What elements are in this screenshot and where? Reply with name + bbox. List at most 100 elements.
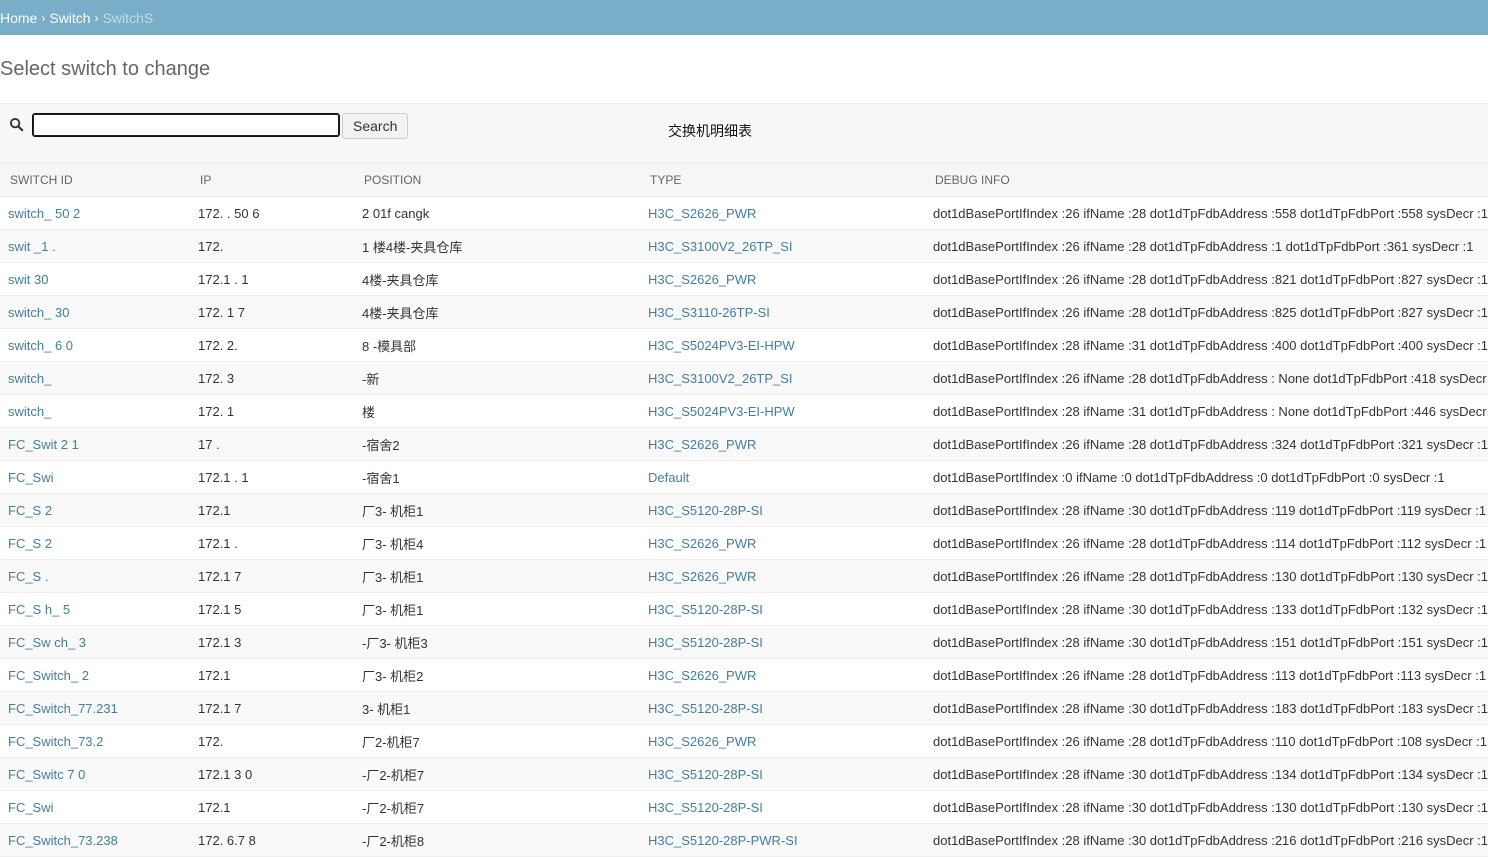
search-button[interactable]: Search [342, 113, 409, 139]
position-cell: -宿舍2 [354, 427, 640, 461]
type-link[interactable]: H3C_S3110-26TP-SI [648, 305, 770, 320]
position-cell: 厂3- 机柜1 [354, 493, 640, 527]
breadcrumb-home-link[interactable]: Home [0, 10, 37, 26]
column-header-switch-id[interactable]: SWITCH ID [0, 163, 190, 197]
debug-info-cell: dot1dBasePortIfIndex :26 ifName :28 dot1… [925, 295, 1488, 329]
switch-id-cell: FC_Switch_73.238 [0, 823, 190, 857]
debug-info-cell-text: dot1dBasePortIfIndex :28 ifName :30 dot1… [933, 700, 1488, 716]
position-cell: 4楼-夹具仓库 [354, 262, 640, 296]
debug-info-cell-text: dot1dBasePortIfIndex :28 ifName :31 dot1… [933, 337, 1488, 353]
ip-cell-text: 172. 3 [198, 370, 235, 386]
type-link[interactable]: H3C_S2626_PWR [648, 437, 756, 452]
type-cell: H3C_S2626_PWR [640, 262, 925, 296]
type-link[interactable]: H3C_S5120-28P-SI [648, 800, 763, 815]
position-cell-text: 厂3- 机柜1 [362, 602, 424, 618]
debug-info-cell-text: dot1dBasePortIfIndex :26 ifName :28 dot1… [933, 304, 1488, 320]
position-cell-text: 厂3- 机柜4 [362, 536, 424, 552]
type-link[interactable]: H3C_S5120-28P-SI [648, 701, 763, 716]
switch-id-link[interactable]: FC_Switch_ 2 [8, 668, 89, 683]
debug-info-cell-text: dot1dBasePortIfIndex :28 ifName :30 dot1… [933, 832, 1488, 848]
type-link[interactable]: H3C_S3100V2_26TP_SI [648, 371, 793, 386]
type-cell: H3C_S3100V2_26TP_SI [640, 361, 925, 395]
debug-info-cell-text: dot1dBasePortIfIndex :28 ifName :30 dot1… [933, 634, 1488, 650]
type-cell: Default [640, 460, 925, 494]
switch-id-link[interactable]: FC_Swi [8, 470, 54, 485]
switch-id-link[interactable]: switch_ 6 0 [8, 338, 73, 353]
type-link[interactable]: H3C_S2626_PWR [648, 206, 756, 221]
switch-id-link[interactable]: FC_Swit 2 1 [8, 437, 79, 452]
type-link[interactable]: H3C_S5120-28P-SI [648, 602, 763, 617]
type-link[interactable]: H3C_S2626_PWR [648, 668, 756, 683]
position-cell-text: -厂2-机柜7 [362, 767, 425, 783]
type-link[interactable]: H3C_S5120-28P-SI [648, 503, 763, 518]
debug-info-cell-text: dot1dBasePortIfIndex :26 ifName :28 dot1… [933, 370, 1488, 386]
search-input[interactable] [32, 113, 340, 137]
ip-cell: 172.1 3 [190, 625, 354, 659]
switch-id-link[interactable]: swit _1 . [8, 239, 56, 254]
ip-cell-text: 172.1 5 [198, 601, 242, 617]
switch-id-link[interactable]: FC_Sw ch_ 3 [8, 635, 86, 650]
position-cell-text: 1 楼4楼-夹具仓库 [362, 239, 463, 255]
switch-id-link[interactable]: FC_S h_ 5 [8, 602, 70, 617]
table-row: switch_ 172. 3 -新 H3C_S3100V2_26TP_SI dot1dB… [0, 361, 1488, 395]
table-row: FC_S 2 172.1 . 厂3- 机柜4 H3C_S2626_PWR dot1dBa… [0, 526, 1488, 560]
table-row: FC_S . 172.1 7 厂3- 机柜1 H3C_S2626_PWR dot1dBa… [0, 559, 1488, 593]
ip-cell-text: 172. 6.7 8 [198, 832, 256, 848]
breadcrumb-separator: › [41, 10, 46, 25]
debug-info-cell: dot1dBasePortIfIndex :26 ifName :28 dot1… [925, 262, 1488, 296]
type-cell: H3C_S5024PV3-EI-HPW [640, 394, 925, 428]
type-cell: H3C_S3100V2_26TP_SI [640, 229, 925, 263]
switch-id-link[interactable]: FC_Switc 7 0 [8, 767, 85, 782]
position-cell: 厂3- 机柜1 [354, 559, 640, 593]
table-row: switch_ 6 0 172. 2. 8 -模具部 H3C_S5024PV3-EI-… [0, 328, 1488, 362]
switch-id-link[interactable]: FC_Switch_73.238 [8, 833, 118, 848]
type-cell: H3C_S2626_PWR [640, 559, 925, 593]
debug-info-cell-text: dot1dBasePortIfIndex :26 ifName :28 dot1… [933, 667, 1487, 683]
switch-id-cell: switch_ 30 [0, 295, 190, 329]
switch-id-link[interactable]: switch_ [8, 371, 51, 386]
position-cell: -厂2-机柜7 [354, 790, 640, 824]
switch-id-link[interactable]: FC_Swi [8, 800, 54, 815]
breadcrumb: Home › Switch › SwitchS [0, 0, 1488, 35]
type-link[interactable]: H3C_S2626_PWR [648, 734, 756, 749]
switch-id-link[interactable]: switch_ 30 [8, 305, 69, 320]
debug-info-cell-text: dot1dBasePortIfIndex :28 ifName :30 dot1… [933, 601, 1488, 617]
debug-info-cell-text: dot1dBasePortIfIndex :26 ifName :28 dot1… [933, 205, 1488, 221]
ip-cell: 172.1 . 1 [190, 262, 354, 296]
type-cell: H3C_S5024PV3-EI-HPW [640, 328, 925, 362]
column-header-debug-info[interactable]: DEBUG INFO [925, 163, 1488, 197]
debug-info-cell-text: dot1dBasePortIfIndex :26 ifName :28 dot1… [933, 436, 1488, 452]
switch-id-link[interactable]: swit 30 [8, 272, 48, 287]
type-cell: H3C_S2626_PWR [640, 427, 925, 461]
switch-id-link[interactable]: switch_ [8, 404, 51, 419]
column-header-ip[interactable]: IP [190, 163, 354, 197]
position-cell-text: 厂3- 机柜1 [362, 569, 424, 585]
type-link[interactable]: H3C_S2626_PWR [648, 569, 756, 584]
type-link[interactable]: H3C_S3100V2_26TP_SI [648, 239, 793, 254]
ip-cell: 172.1 5 [190, 592, 354, 626]
type-link[interactable]: H3C_S5024PV3-EI-HPW [648, 338, 795, 353]
type-link[interactable]: H3C_S5024PV3-EI-HPW [648, 404, 795, 419]
type-link[interactable]: H3C_S2626_PWR [648, 536, 756, 551]
breadcrumb-switch-link[interactable]: Switch [49, 10, 90, 26]
switch-id-link[interactable]: FC_Switch_77.231 [8, 701, 118, 716]
position-cell-text: 2 01f cangk [362, 205, 430, 221]
debug-info-cell-text: dot1dBasePortIfIndex :26 ifName :28 dot1… [933, 733, 1488, 749]
switch-id-cell: FC_S 2 [0, 493, 190, 527]
type-link[interactable]: H3C_S5120-28P-PWR-SI [648, 833, 798, 848]
type-link[interactable]: H3C_S5120-28P-SI [648, 767, 763, 782]
switch-id-link[interactable]: switch_ 50 2 [8, 206, 80, 221]
switch-id-link[interactable]: FC_S 2 [8, 503, 52, 518]
switch-id-link[interactable]: FC_Switch_73.2 [8, 734, 103, 749]
type-link[interactable]: Default [648, 470, 689, 485]
ip-cell-text: 17 . [198, 436, 220, 452]
ip-cell: 172. . 50 6 [190, 196, 354, 230]
switch-id-link[interactable]: FC_S 2 [8, 536, 52, 551]
column-header-position[interactable]: POSITION [354, 163, 640, 197]
switch-id-link[interactable]: FC_S . [8, 569, 48, 584]
type-link[interactable]: H3C_S2626_PWR [648, 272, 756, 287]
column-header-type[interactable]: TYPE [640, 163, 925, 197]
position-cell: 3- 机柜1 [354, 691, 640, 725]
position-cell: 楼 [354, 394, 640, 428]
type-link[interactable]: H3C_S5120-28P-SI [648, 635, 763, 650]
